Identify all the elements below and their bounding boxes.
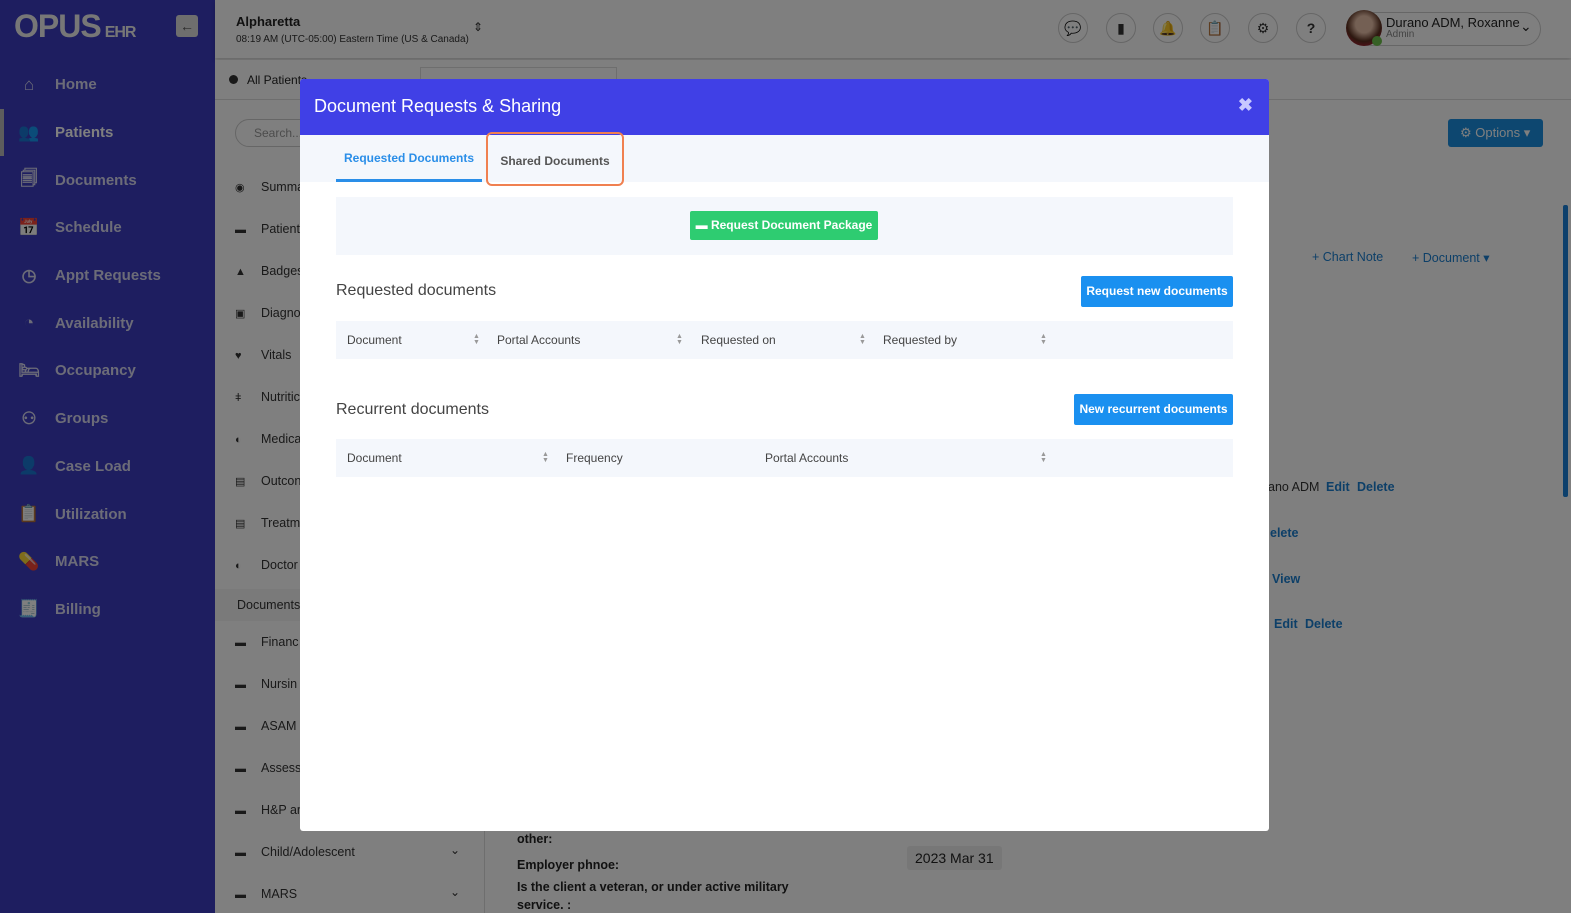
package-button-label: Request Document Package bbox=[710, 218, 873, 232]
column-requested-by[interactable]: Requested by bbox=[883, 333, 957, 347]
package-bar: ▬ Request Document Package bbox=[336, 197, 1233, 255]
column-portal-accounts[interactable]: Portal Accounts bbox=[497, 333, 580, 347]
column-frequency[interactable]: Frequency bbox=[566, 451, 623, 465]
sort-icon[interactable]: ▲ ▼ bbox=[1040, 333, 1047, 346]
new-recurrent-documents-button[interactable]: New recurrent documents bbox=[1074, 394, 1233, 425]
tab-requested-documents[interactable]: Requested Documents bbox=[336, 135, 482, 182]
modal-tabs: Requested Documents Shared Documents bbox=[300, 132, 1269, 186]
close-icon[interactable]: ✖ bbox=[1238, 95, 1253, 116]
request-new-documents-button[interactable]: Request new documents bbox=[1081, 276, 1233, 307]
sort-icon[interactable]: ▲ ▼ bbox=[542, 451, 549, 464]
sort-icon[interactable]: ▲ ▼ bbox=[473, 333, 480, 346]
request-document-package-button[interactable]: ▬ Request Document Package bbox=[690, 211, 878, 240]
sort-icon[interactable]: ▲ ▼ bbox=[1040, 451, 1047, 464]
requested-documents-title: Requested documents bbox=[336, 282, 497, 299]
modal-header: Document Requests & Sharing bbox=[300, 79, 1269, 135]
folder-icon: ▬ bbox=[695, 218, 708, 232]
document-requests-modal: Document Requests & Sharing ✖ Requested … bbox=[300, 79, 1269, 831]
recurrent-table-header: Document ▲ ▼ Frequency Portal Accounts ▲ ▼ bbox=[336, 439, 1233, 477]
column-requested-on[interactable]: Requested on bbox=[701, 333, 776, 347]
recurrent-documents-title: Recurrent documents bbox=[336, 401, 489, 418]
sort-icon[interactable]: ▲ ▼ bbox=[859, 333, 866, 346]
column-document[interactable]: Document bbox=[347, 451, 402, 465]
column-portal-accounts[interactable]: Portal Accounts bbox=[765, 451, 848, 465]
modal-title: Document Requests & Sharing bbox=[314, 96, 562, 116]
column-document[interactable]: Document bbox=[347, 333, 402, 347]
tab-shared-documents[interactable]: Shared Documents bbox=[486, 132, 624, 186]
sort-icon[interactable]: ▲ ▼ bbox=[676, 333, 683, 346]
requested-table-header: Document ▲ ▼ Portal Accounts ▲ ▼ Requested… bbox=[336, 321, 1233, 359]
